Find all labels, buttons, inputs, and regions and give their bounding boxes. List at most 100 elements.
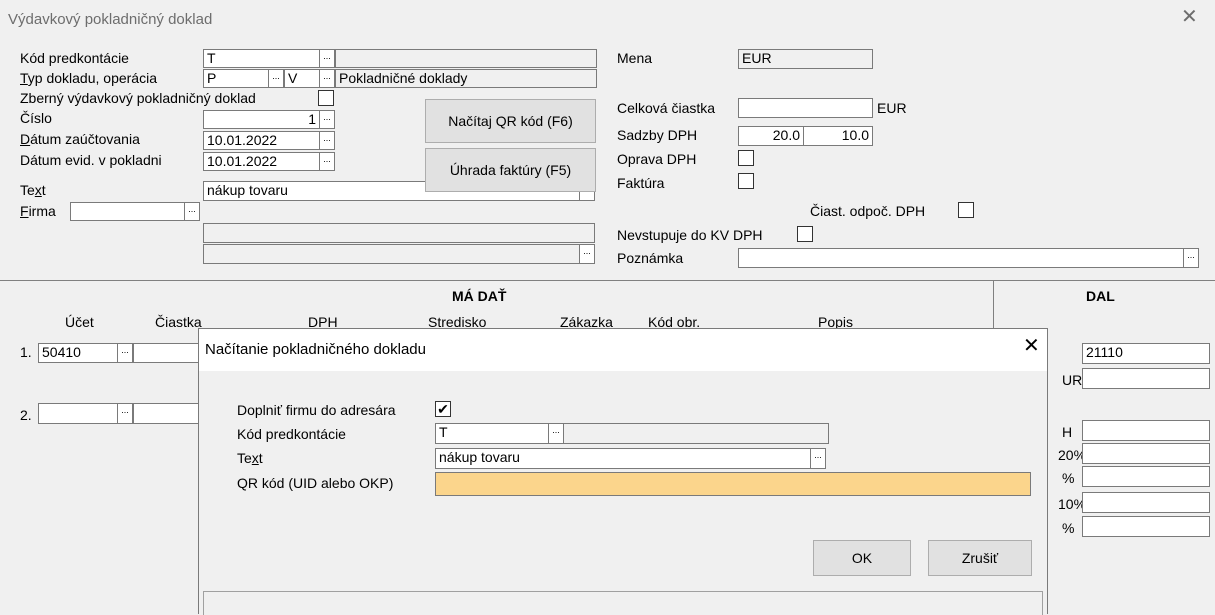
dialog-text-picker-button[interactable]: ... xyxy=(810,448,826,469)
dialog-text-input[interactable]: nákup tovaru xyxy=(435,448,811,469)
kod-predkontacie-picker-button[interactable]: ... xyxy=(319,49,335,68)
poznamka-input[interactable] xyxy=(738,248,1184,268)
dialog-close-icon[interactable]: ✕ xyxy=(1023,336,1040,356)
datum-evid-label: Dátum evid. v pokladni xyxy=(20,152,162,168)
mena-label: Mena xyxy=(617,50,653,66)
firma-picker-button[interactable]: ... xyxy=(184,202,200,221)
dialog-text-label-a: Te xyxy=(237,450,252,466)
dialog-text-label: Text xyxy=(237,450,263,466)
dialog-text-label-b: t xyxy=(258,450,263,466)
text-label-u: x xyxy=(34,182,42,198)
sadzba-2-input[interactable]: 10.0 xyxy=(803,126,873,146)
zberny-checkbox[interactable] xyxy=(318,90,334,106)
faktura-checkbox[interactable] xyxy=(738,173,754,189)
datum-zauct-label-u: D xyxy=(20,131,31,147)
celkova-ciastka-input[interactable] xyxy=(738,98,873,118)
row-1-number: 1. xyxy=(20,344,32,360)
col-ciastka: Čiastka xyxy=(155,314,202,330)
kod-predkontacie-desc xyxy=(335,49,597,68)
dialog-doplnit-label: Doplniť firmu do adresára xyxy=(237,402,396,418)
dal-field-3[interactable] xyxy=(1082,443,1210,464)
firma-label-rest: irma xyxy=(28,203,56,219)
dialog-qr-label: QR kód (UID alebo OKP) xyxy=(237,475,394,491)
poznamka-picker-button[interactable]: ... xyxy=(1183,248,1199,268)
faktura-label: Faktúra xyxy=(617,175,665,191)
celkova-ciastka-label: Celková čiastka xyxy=(617,100,716,116)
dialog-status-bar xyxy=(203,591,1043,615)
dialog-cancel-button[interactable]: Zrušiť xyxy=(928,540,1032,576)
dal-field-4[interactable] xyxy=(1082,466,1210,487)
row-2-ucet-input[interactable] xyxy=(38,403,118,424)
datum-zauctovania-label: Dátum zaúčtovania xyxy=(20,131,140,147)
typ-dokladu-desc: Pokladničné doklady xyxy=(335,69,597,88)
sadzby-dph-label: Sadzby DPH xyxy=(617,127,698,143)
poznamka-label: Poznámka xyxy=(617,250,684,266)
datum-evid-input[interactable]: 10.01.2022 xyxy=(203,152,320,171)
datum-zauctovania-picker-button[interactable]: ... xyxy=(319,131,335,150)
dal-partial-pct2: % xyxy=(1062,520,1075,536)
ciast-odpoc-checkbox[interactable] xyxy=(958,202,974,218)
cislo-label: Číslo xyxy=(20,110,52,126)
typ-dokladu-picker-button[interactable]: ... xyxy=(268,69,284,88)
operacia-picker-button[interactable]: ... xyxy=(319,69,335,88)
kod-predkontacie-input[interactable]: T xyxy=(203,49,320,68)
dialog-doplnit-checkbox[interactable]: ✔ xyxy=(435,401,451,417)
typ-dokladu-label: Typ dokladu, operácia xyxy=(20,70,157,86)
oprava-dph-label: Oprava DPH xyxy=(617,151,697,167)
zberny-label: Zberný výdavkový pokladničný doklad xyxy=(20,90,256,106)
window-title: Výdavkový pokladničný doklad xyxy=(8,11,213,28)
dialog-ok-button[interactable]: OK xyxy=(813,540,911,576)
datum-zauctovania-input[interactable]: 10.01.2022 xyxy=(203,131,320,150)
dal-field-6[interactable] xyxy=(1082,516,1210,537)
text-label: Text xyxy=(20,182,46,198)
celkova-ciastka-currency: EUR xyxy=(877,100,907,116)
operacia-input[interactable]: V xyxy=(284,69,320,88)
datum-zauct-label-rest: átum zaúčtovania xyxy=(30,131,140,147)
dialog-kod-input[interactable]: T xyxy=(435,423,549,444)
cislo-picker-button[interactable]: ... xyxy=(319,110,335,129)
window-close-icon[interactable]: ✕ xyxy=(1181,7,1198,27)
firma-input[interactable] xyxy=(70,202,185,221)
row-1-ucet-input[interactable]: 50410 xyxy=(38,343,118,363)
dialog-cancel-button-label: Zrušiť xyxy=(961,550,999,566)
dialog-title: Načítanie pokladničného dokladu xyxy=(205,341,426,358)
oprava-dph-checkbox[interactable] xyxy=(738,150,754,166)
dialog-kod-picker-button[interactable]: ... xyxy=(548,423,564,444)
col-ucet: Účet xyxy=(65,314,94,330)
dal-partial-pct1: % xyxy=(1062,470,1075,486)
firma-label-u: F xyxy=(20,203,29,219)
dal-header: DAL xyxy=(1086,288,1115,304)
typ-dokladu-label-rest: yp dokladu, operácia xyxy=(27,70,157,86)
nevstupuje-label: Nevstupuje do KV DPH xyxy=(617,227,763,243)
row-2-ciastka-input[interactable] xyxy=(133,403,203,424)
row-2-ucet-picker-button[interactable]: ... xyxy=(117,403,133,424)
row-2-number: 2. xyxy=(20,407,32,423)
dal-field-2[interactable] xyxy=(1082,420,1210,441)
firma-desc-2 xyxy=(203,244,595,264)
uhrada-faktury-button[interactable]: Úhrada faktúry (F5) xyxy=(425,148,596,192)
ciast-odpoc-label: Čiast. odpoč. DPH xyxy=(810,203,926,219)
dialog-text-label-u: x xyxy=(251,450,259,466)
firma-desc-picker-button[interactable]: ... xyxy=(579,244,595,264)
firma-label: Firma xyxy=(20,203,56,219)
dialog-ok-button-label: OK xyxy=(851,550,873,566)
dal-field-5[interactable] xyxy=(1082,492,1210,513)
dal-partial-ur: UR xyxy=(1062,372,1083,388)
kod-predkontacie-label: Kód predkontácie xyxy=(20,50,129,66)
mena-field: EUR xyxy=(738,49,873,69)
sadzba-1-input[interactable]: 20.0 xyxy=(738,126,804,146)
cislo-input[interactable]: 1 xyxy=(203,110,320,129)
datum-evid-picker-button[interactable]: ... xyxy=(319,152,335,171)
dialog-qr-input[interactable] xyxy=(435,472,1031,496)
ma-dat-header: MÁ DAŤ xyxy=(452,288,507,304)
nacitaj-qr-button-label: Načítaj QR kód (F6) xyxy=(448,113,573,129)
dal-partial-h: H xyxy=(1062,424,1073,440)
uhrada-faktury-button-label: Úhrada faktúry (F5) xyxy=(449,162,572,178)
typ-dokladu-input[interactable]: P xyxy=(203,69,269,88)
dal-field-1[interactable] xyxy=(1082,368,1210,389)
nevstupuje-checkbox[interactable] xyxy=(797,226,813,242)
nacitaj-qr-button[interactable]: Načítaj QR kód (F6) xyxy=(425,99,596,143)
dal-ucet-input[interactable]: 21110 xyxy=(1082,343,1210,364)
row-1-ciastka-input[interactable] xyxy=(133,343,203,363)
row-1-ucet-picker-button[interactable]: ... xyxy=(117,343,133,363)
